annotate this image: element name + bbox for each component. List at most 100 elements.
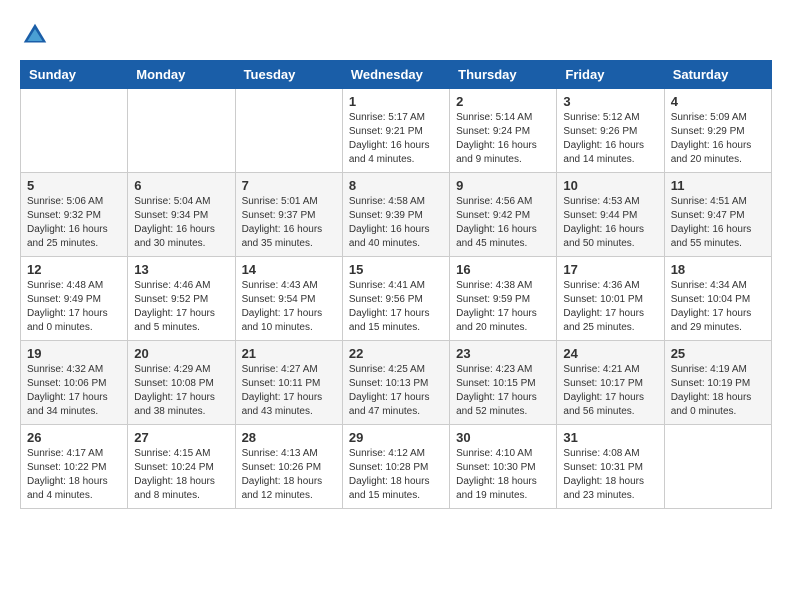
day-info: Sunrise: 5:06 AM Sunset: 9:32 PM Dayligh… [27, 195, 121, 251]
day-number: 31 [563, 430, 657, 445]
header-sunday: Sunday [21, 61, 128, 89]
day-info: Sunrise: 5:12 AM Sunset: 9:26 PM Dayligh… [563, 111, 657, 167]
day-info: Sunrise: 5:01 AM Sunset: 9:37 PM Dayligh… [242, 195, 336, 251]
calendar-cell: 27 Sunrise: 4:15 AM Sunset: 10:24 PM Dayl… [128, 425, 235, 509]
logo [20, 20, 54, 50]
calendar-cell: 23Sunrise: 4:23 AM Sunset: 10:15 PM Dayl… [450, 341, 557, 425]
calendar-cell: 21 Sunrise: 4:27 AM Sunset: 10:11 PM Dayl… [235, 341, 342, 425]
calendar-cell: 25Sunrise: 4:19 AM Sunset: 10:19 PM Dayl… [664, 341, 771, 425]
day-number: 29 [349, 430, 443, 445]
day-info: Sunrise: 4:23 AM Sunset: 10:15 PM Daylig… [456, 363, 550, 419]
day-info: Sunrise: 4:43 AM Sunset: 9:54 PM Dayligh… [242, 279, 336, 335]
day-info: Sunrise: 4:48 AM Sunset: 9:49 PM Dayligh… [27, 279, 121, 335]
calendar-cell: 10 Sunrise: 4:53 AM Sunset: 9:44 PM Dayli… [557, 173, 664, 257]
calendar-table: SundayMondayTuesdayWednesdayThursdayFrid… [20, 60, 772, 509]
calendar-cell: 8 Sunrise: 4:58 AM Sunset: 9:39 PM Daylig… [342, 173, 449, 257]
day-info: Sunrise: 4:56 AM Sunset: 9:42 PM Dayligh… [456, 195, 550, 251]
calendar-cell: 15 Sunrise: 4:41 AM Sunset: 9:56 PM Dayli… [342, 257, 449, 341]
day-number: 18 [671, 262, 765, 277]
calendar-cell [21, 89, 128, 173]
day-info: Sunrise: 5:14 AM Sunset: 9:24 PM Dayligh… [456, 111, 550, 167]
day-info: Sunrise: 4:19 AM Sunset: 10:19 PM Daylig… [671, 363, 765, 419]
day-number: 17 [563, 262, 657, 277]
day-number: 19 [27, 346, 121, 361]
calendar-cell: 19 Sunrise: 4:32 AM Sunset: 10:06 PM Dayl… [21, 341, 128, 425]
calendar-cell: 17 Sunrise: 4:36 AM Sunset: 10:01 PM Dayl… [557, 257, 664, 341]
calendar-cell: 20 Sunrise: 4:29 AM Sunset: 10:08 PM Dayl… [128, 341, 235, 425]
day-info: Sunrise: 5:04 AM Sunset: 9:34 PM Dayligh… [134, 195, 228, 251]
calendar-header-row: SundayMondayTuesdayWednesdayThursdayFrid… [21, 61, 772, 89]
calendar-cell: 11 Sunrise: 4:51 AM Sunset: 9:47 PM Dayli… [664, 173, 771, 257]
day-number: 22 [349, 346, 443, 361]
day-number: 5 [27, 178, 121, 193]
calendar-cell: 22 Sunrise: 4:25 AM Sunset: 10:13 PM Dayl… [342, 341, 449, 425]
calendar-cell [128, 89, 235, 173]
day-number: 15 [349, 262, 443, 277]
day-info: Sunrise: 4:25 AM Sunset: 10:13 PM Daylig… [349, 363, 443, 419]
calendar-week-row: 12 Sunrise: 4:48 AM Sunset: 9:49 PM Dayli… [21, 257, 772, 341]
logo-icon [20, 20, 50, 50]
calendar-cell: 2 Sunrise: 5:14 AM Sunset: 9:24 PM Daylig… [450, 89, 557, 173]
day-info: Sunrise: 4:21 AM Sunset: 10:17 PM Daylig… [563, 363, 657, 419]
day-number: 14 [242, 262, 336, 277]
calendar-cell: 13Sunrise: 4:46 AM Sunset: 9:52 PM Dayli… [128, 257, 235, 341]
calendar-cell: 5 Sunrise: 5:06 AM Sunset: 9:32 PM Daylig… [21, 173, 128, 257]
calendar-cell: 18Sunrise: 4:34 AM Sunset: 10:04 PM Dayl… [664, 257, 771, 341]
calendar-cell: 16Sunrise: 4:38 AM Sunset: 9:59 PM Dayli… [450, 257, 557, 341]
day-number: 27 [134, 430, 228, 445]
day-number: 10 [563, 178, 657, 193]
calendar-cell: 1Sunrise: 5:17 AM Sunset: 9:21 PM Daylig… [342, 89, 449, 173]
day-number: 30 [456, 430, 550, 445]
day-info: Sunrise: 4:51 AM Sunset: 9:47 PM Dayligh… [671, 195, 765, 251]
day-info: Sunrise: 4:08 AM Sunset: 10:31 PM Daylig… [563, 447, 657, 503]
calendar-cell: 14 Sunrise: 4:43 AM Sunset: 9:54 PM Dayli… [235, 257, 342, 341]
calendar-cell [235, 89, 342, 173]
header-thursday: Thursday [450, 61, 557, 89]
calendar-cell: 12 Sunrise: 4:48 AM Sunset: 9:49 PM Dayli… [21, 257, 128, 341]
day-info: Sunrise: 4:13 AM Sunset: 10:26 PM Daylig… [242, 447, 336, 503]
calendar-cell: 4Sunrise: 5:09 AM Sunset: 9:29 PM Daylig… [664, 89, 771, 173]
day-number: 26 [27, 430, 121, 445]
calendar-week-row: 5 Sunrise: 5:06 AM Sunset: 9:32 PM Daylig… [21, 173, 772, 257]
calendar-cell: 6Sunrise: 5:04 AM Sunset: 9:34 PM Daylig… [128, 173, 235, 257]
day-number: 4 [671, 94, 765, 109]
calendar-week-row: 19 Sunrise: 4:32 AM Sunset: 10:06 PM Dayl… [21, 341, 772, 425]
day-number: 2 [456, 94, 550, 109]
day-number: 28 [242, 430, 336, 445]
day-number: 20 [134, 346, 228, 361]
day-number: 24 [563, 346, 657, 361]
day-number: 8 [349, 178, 443, 193]
day-info: Sunrise: 4:58 AM Sunset: 9:39 PM Dayligh… [349, 195, 443, 251]
day-number: 21 [242, 346, 336, 361]
calendar-cell: 30 Sunrise: 4:10 AM Sunset: 10:30 PM Dayl… [450, 425, 557, 509]
day-number: 7 [242, 178, 336, 193]
day-info: Sunrise: 4:32 AM Sunset: 10:06 PM Daylig… [27, 363, 121, 419]
day-number: 13 [134, 262, 228, 277]
header-wednesday: Wednesday [342, 61, 449, 89]
day-number: 1 [349, 94, 443, 109]
day-info: Sunrise: 4:15 AM Sunset: 10:24 PM Daylig… [134, 447, 228, 503]
day-info: Sunrise: 4:29 AM Sunset: 10:08 PM Daylig… [134, 363, 228, 419]
day-number: 12 [27, 262, 121, 277]
day-info: Sunrise: 4:53 AM Sunset: 9:44 PM Dayligh… [563, 195, 657, 251]
page-header [20, 20, 772, 50]
calendar-cell: 29 Sunrise: 4:12 AM Sunset: 10:28 PM Dayl… [342, 425, 449, 509]
day-number: 9 [456, 178, 550, 193]
day-number: 11 [671, 178, 765, 193]
day-info: Sunrise: 4:12 AM Sunset: 10:28 PM Daylig… [349, 447, 443, 503]
day-info: Sunrise: 4:36 AM Sunset: 10:01 PM Daylig… [563, 279, 657, 335]
calendar-cell: 7 Sunrise: 5:01 AM Sunset: 9:37 PM Daylig… [235, 173, 342, 257]
day-info: Sunrise: 4:38 AM Sunset: 9:59 PM Dayligh… [456, 279, 550, 335]
calendar-cell: 28 Sunrise: 4:13 AM Sunset: 10:26 PM Dayl… [235, 425, 342, 509]
calendar-week-row: 1Sunrise: 5:17 AM Sunset: 9:21 PM Daylig… [21, 89, 772, 173]
day-info: Sunrise: 4:10 AM Sunset: 10:30 PM Daylig… [456, 447, 550, 503]
calendar-cell [664, 425, 771, 509]
header-saturday: Saturday [664, 61, 771, 89]
calendar-cell: 31 Sunrise: 4:08 AM Sunset: 10:31 PM Dayl… [557, 425, 664, 509]
calendar-cell: 26Sunrise: 4:17 AM Sunset: 10:22 PM Dayl… [21, 425, 128, 509]
calendar-cell: 24 Sunrise: 4:21 AM Sunset: 10:17 PM Dayl… [557, 341, 664, 425]
day-info: Sunrise: 4:27 AM Sunset: 10:11 PM Daylig… [242, 363, 336, 419]
day-info: Sunrise: 4:41 AM Sunset: 9:56 PM Dayligh… [349, 279, 443, 335]
header-tuesday: Tuesday [235, 61, 342, 89]
calendar-cell: 3Sunrise: 5:12 AM Sunset: 9:26 PM Daylig… [557, 89, 664, 173]
